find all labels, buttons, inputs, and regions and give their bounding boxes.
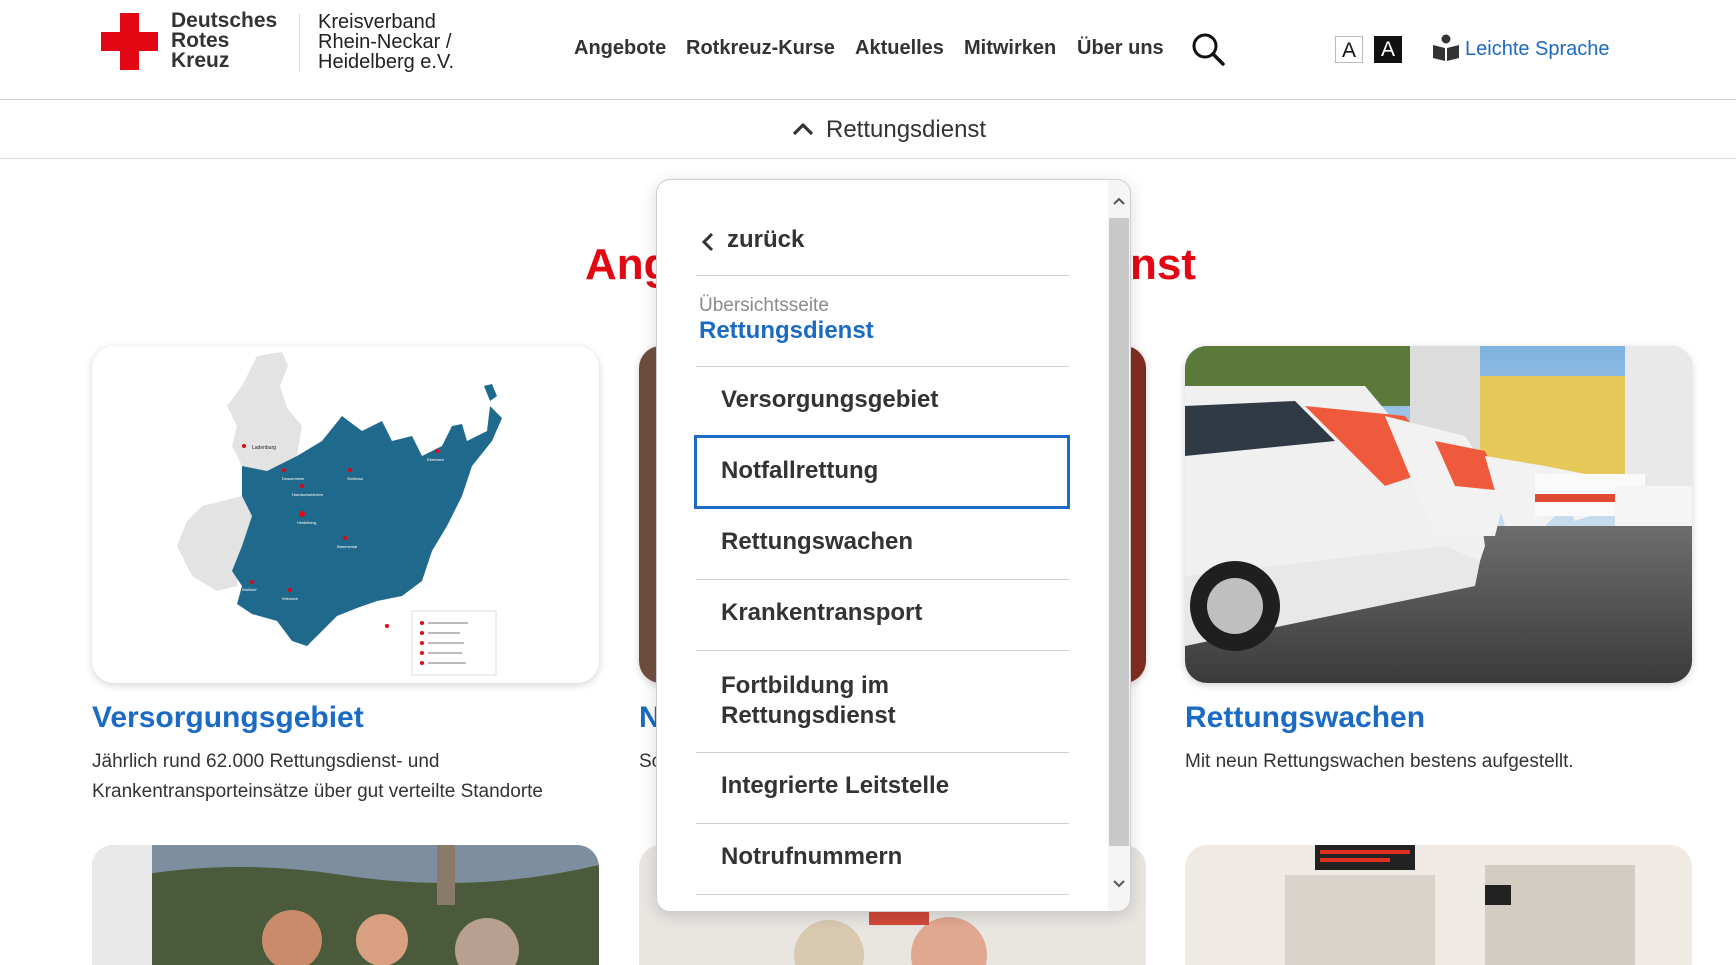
section-toggle-bar[interactable]: Rettungsdienst	[0, 100, 1736, 159]
menu-item-label: Rettungswachen	[721, 528, 914, 555]
chevron-up-icon	[792, 123, 814, 136]
verband-name[interactable]: Kreisverband Rhein-Neckar / Heidelberg e…	[318, 12, 454, 72]
menu-divider	[696, 579, 1069, 580]
menu-item-label: Integrierte Leitstelle	[721, 772, 950, 799]
card-text-line: Krankentransporteinsätze über gut vertei…	[92, 781, 543, 802]
card-title-versorgungsgebiet[interactable]: Versorgungsgebiet	[92, 701, 364, 735]
svg-text:Eberbach: Eberbach	[427, 457, 444, 462]
verband-line: Rhein-Neckar /	[318, 31, 452, 53]
brand-line: Rotes	[171, 29, 230, 52]
menu-item-label: Notrufnummern	[721, 843, 903, 870]
brand-line: Kreuz	[171, 49, 230, 72]
menu-item-notrufnummern[interactable]: Notrufnummern	[721, 842, 902, 872]
brand-divider	[299, 14, 300, 72]
brand-name[interactable]: Deutsches Rotes Kreuz	[171, 9, 278, 72]
scroll-up-icon[interactable]	[1112, 196, 1126, 206]
menu-item-versorgungsgebiet[interactable]: Versorgungsgebiet	[721, 385, 938, 415]
leichte-sprache-label: Leichte Sprache	[1465, 38, 1610, 60]
overview-caption: Übersichtsseite	[699, 295, 829, 316]
card-image-versorgungsgebiet[interactable]: Ladenburg Dossenheim Schönau Eberbach Ha…	[92, 346, 599, 683]
card-image-row2-3[interactable]	[1185, 845, 1692, 965]
scroll-down-icon[interactable]	[1112, 879, 1126, 889]
menu-divider	[696, 275, 1069, 276]
verband-line: Kreisverband	[318, 11, 436, 33]
verband-line: Heidelberg e.V.	[318, 51, 455, 73]
card-title-rettungswachen[interactable]: Rettungswachen	[1185, 701, 1425, 735]
menu-divider	[696, 366, 1069, 367]
menu-item-label: Notfallrettung	[721, 457, 879, 484]
card-text-rettungswachen: Mit neun Rettungswachen bestens aufgeste…	[1185, 747, 1574, 777]
menu-item-krankentransport[interactable]: Krankentransport	[721, 598, 922, 628]
menu-divider	[696, 894, 1069, 895]
brand-line: Deutsches	[171, 9, 278, 32]
svg-text:Wiesloch: Wiesloch	[282, 596, 298, 601]
nav-rotkreuz-kurse[interactable]: Rotkreuz-Kurse	[686, 37, 835, 60]
card-image-row2-1[interactable]	[92, 845, 599, 965]
svg-text:Heidelberg: Heidelberg	[297, 520, 316, 525]
search-icon[interactable]	[1191, 32, 1225, 66]
nav-angebote[interactable]: Angebote	[574, 37, 666, 60]
red-cross-logo[interactable]	[101, 13, 158, 70]
menu-item-label: Krankentransport	[721, 599, 923, 626]
ambulance-photo	[1185, 346, 1692, 683]
overview-link[interactable]: Rettungsdienst	[699, 317, 874, 345]
nav-mitwirken[interactable]: Mitwirken	[964, 37, 1056, 60]
nav-ueber-uns[interactable]: Über uns	[1077, 37, 1164, 60]
card-image-rettungswachen[interactable]	[1185, 346, 1692, 683]
menu-divider	[696, 752, 1069, 753]
svg-text:Handschuhsheim: Handschuhsheim	[292, 492, 324, 497]
nav-aktuelles[interactable]: Aktuelles	[855, 37, 944, 60]
chevron-left-icon	[701, 232, 714, 252]
section-dropdown-menu: zurück Übersichtsseite Rettungsdienst Ve…	[656, 179, 1131, 912]
site-header: Deutsches Rotes Kreuz Kreisverband Rhein…	[0, 0, 1736, 100]
menu-item-integrierte-leitstelle[interactable]: Integrierte Leitstelle	[721, 771, 949, 801]
svg-text:Schönau: Schönau	[347, 476, 363, 481]
menu-divider	[696, 650, 1069, 651]
menu-item-rettungswachen[interactable]: Rettungswachen	[721, 527, 913, 557]
svg-text:Sinsheim: Sinsheim	[380, 632, 397, 637]
svg-text:Walldorf: Walldorf	[242, 587, 257, 592]
people-photo	[92, 845, 599, 965]
region-map-image: Ladenburg Dossenheim Schönau Eberbach Ha…	[92, 346, 599, 683]
menu-divider	[696, 823, 1069, 824]
menu-item-label: Rettungsdienst	[721, 702, 896, 729]
control-room-photo	[1185, 845, 1692, 965]
back-label: zurück	[727, 226, 805, 253]
reading-person-icon	[1433, 34, 1459, 61]
menu-item-label: Fortbildung im	[721, 672, 889, 699]
card-text-line: Jährlich rund 62.000 Rettungsdienst- und	[92, 751, 440, 772]
svg-text:Ladenburg: Ladenburg	[252, 445, 276, 451]
dropdown-scroll-thumb[interactable]	[1109, 218, 1129, 846]
menu-item-fortbildung[interactable]: Fortbildung im Rettungsdienst	[721, 671, 896, 731]
contrast-normal-button[interactable]: A	[1335, 36, 1363, 63]
contrast-high-button[interactable]: A	[1374, 36, 1402, 63]
svg-text:Bammental: Bammental	[337, 544, 357, 549]
card-text-line: Mit neun Rettungswachen bestens aufgeste…	[1185, 751, 1574, 772]
svg-text:Dossenheim: Dossenheim	[282, 476, 305, 481]
section-toggle-label: Rettungsdienst	[826, 116, 987, 143]
menu-item-notfallrettung[interactable]: Notfallrettung	[721, 456, 878, 486]
menu-item-label: Versorgungsgebiet	[721, 386, 939, 413]
card-text-versorgungsgebiet: Jährlich rund 62.000 Rettungsdienst- und…	[92, 747, 543, 807]
page-title-end: nst	[1130, 240, 1196, 289]
